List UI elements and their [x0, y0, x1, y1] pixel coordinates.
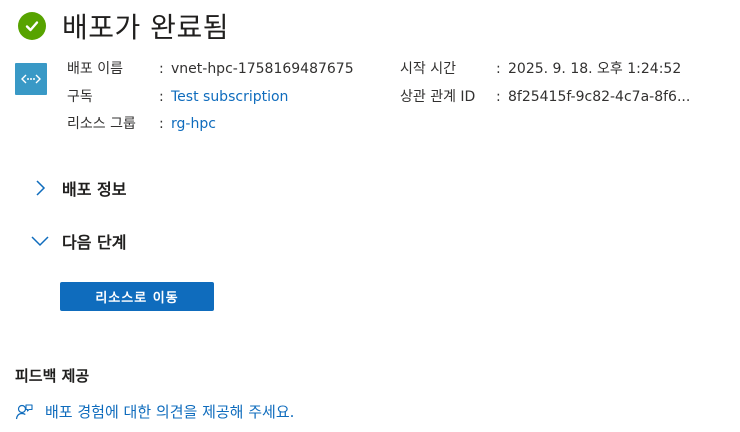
resource-group-label: 리소스 그룹 [67, 116, 136, 132]
correlation-id-label: 상관 관계 ID [400, 89, 476, 105]
deployment-details-right: 시작 시간 : 2025. 9. 18. 오후 1:24:52 상관 관계 ID… [400, 59, 730, 109]
feedback-title: 피드백 제공 [15, 367, 90, 385]
success-check-icon [18, 12, 46, 40]
chevron-down-icon [31, 236, 49, 247]
chevron-right-icon [36, 180, 46, 196]
deployment-name-label: 배포 이름 [67, 61, 123, 77]
start-time-label: 시작 시간 [400, 61, 456, 77]
deployment-details-left: 배포 이름 : vnet-hpc-1758169487675 구독 : Test… [67, 59, 397, 139]
next-steps-toggle[interactable]: 다음 단계 [30, 229, 126, 253]
colon: : [496, 89, 501, 105]
virtual-network-icon [15, 63, 47, 95]
person-feedback-icon [15, 403, 33, 419]
colon: : [159, 61, 164, 77]
subscription-link[interactable]: Test subscription [171, 87, 288, 107]
deployment-details-toggle[interactable]: 배포 정보 [30, 176, 126, 200]
deployment-header: 배포가 완료됨 [18, 6, 229, 46]
resource-group-link[interactable]: rg-hpc [171, 114, 216, 134]
colon: : [159, 89, 164, 105]
deployment-details-label: 배포 정보 [62, 180, 127, 199]
page-title: 배포가 완료됨 [62, 11, 229, 44]
colon: : [159, 116, 164, 132]
deployment-name-value: vnet-hpc-1758169487675 [171, 61, 354, 77]
deployment-overview: 배포가 완료됨 배포 이름 : vnet-hpc-1758169487675 구… [0, 0, 740, 432]
subscription-label: 구독 [67, 89, 93, 105]
next-steps-label: 다음 단계 [62, 233, 127, 252]
start-time-value: 2025. 9. 18. 오후 1:24:52 [508, 61, 682, 77]
colon: : [496, 61, 501, 77]
feedback-row: 배포 경험에 대한 의견을 제공해 주세요. [15, 401, 294, 422]
go-to-resource-button[interactable]: 리소스로 이동 [60, 282, 214, 311]
correlation-id-value: 8f25415f-9c82-4c7a-8f6... [508, 89, 691, 105]
feedback-link[interactable]: 배포 경험에 대한 의견을 제공해 주세요. [45, 401, 294, 422]
